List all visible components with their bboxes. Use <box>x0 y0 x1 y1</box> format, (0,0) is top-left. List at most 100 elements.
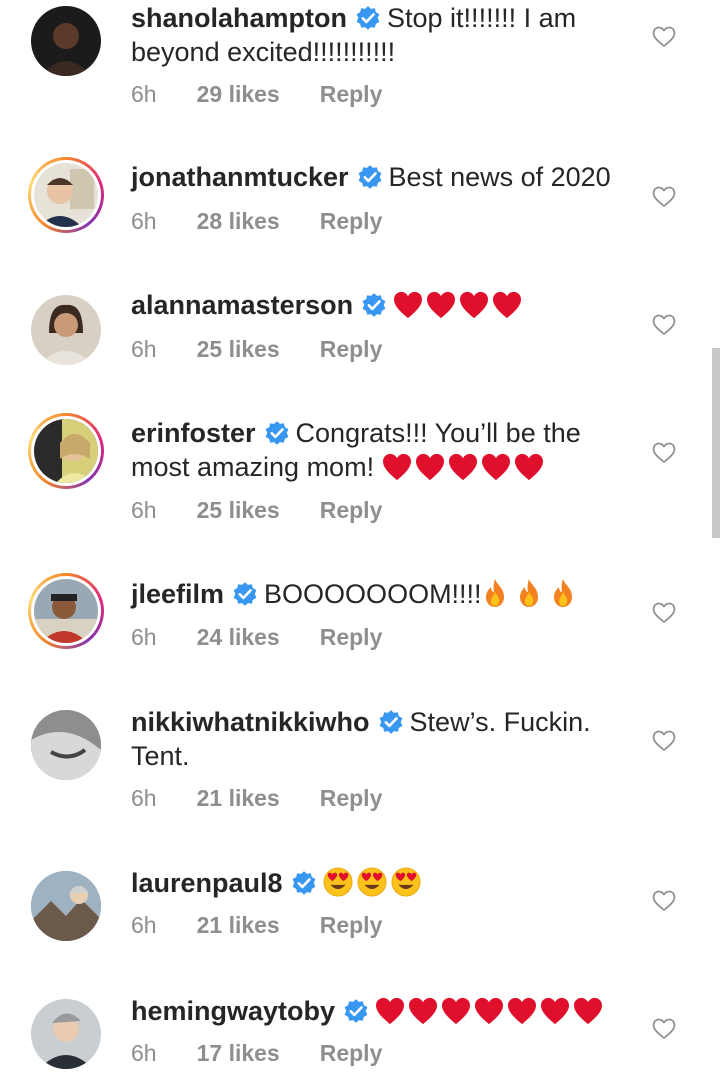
comment-likes[interactable]: 25 likes <box>197 336 280 362</box>
like-heart-icon[interactable] <box>652 314 676 336</box>
like-heart-icon[interactable] <box>652 730 676 752</box>
red-heart-emoji-icon <box>441 997 471 1025</box>
red-heart-emoji-icon <box>415 453 445 481</box>
comment-username[interactable]: shanolahampton <box>131 3 347 33</box>
heart-eyes-emoji-icon <box>357 867 387 897</box>
comment-text: Best news of 2020 <box>388 162 611 192</box>
reply-button[interactable]: Reply <box>320 1040 383 1066</box>
reply-button[interactable]: Reply <box>320 208 383 234</box>
red-heart-emoji-icon <box>481 453 511 481</box>
avatar[interactable] <box>28 573 104 649</box>
avatar[interactable] <box>28 292 104 368</box>
comment-meta: 6h 29 likes Reply <box>131 81 422 108</box>
reply-button[interactable]: Reply <box>320 336 383 362</box>
comment-username[interactable]: erinfoster <box>131 418 256 448</box>
comment-text: BOOOOOOOM!!!! <box>264 579 482 609</box>
verified-badge-icon <box>378 709 404 735</box>
avatar-image <box>31 6 101 76</box>
reply-button[interactable]: Reply <box>320 81 383 107</box>
comment-time: 6h <box>131 336 157 362</box>
heart-emoji-group <box>393 290 525 320</box>
reply-button[interactable]: Reply <box>320 624 383 650</box>
red-heart-emoji-icon <box>448 453 478 481</box>
comment-meta: 6h 25 likes Reply <box>131 497 422 524</box>
avatar[interactable] <box>28 157 104 233</box>
fire-emoji-icon <box>550 578 576 608</box>
red-heart-emoji-icon <box>426 291 456 319</box>
avatar[interactable] <box>28 3 104 79</box>
verified-badge-icon <box>291 870 317 896</box>
avatar[interactable] <box>28 413 104 489</box>
comment-time: 6h <box>131 1040 157 1066</box>
comment-body: jonathanmtucker Best news of 2020 <box>131 160 641 194</box>
comment-body: erinfoster Congrats!!! You’ll be the most… <box>131 416 641 484</box>
comment-meta: 6h 28 likes Reply <box>131 208 422 235</box>
red-heart-emoji-icon <box>375 997 405 1025</box>
comment-username[interactable]: nikkiwhatnikkiwho <box>131 707 370 737</box>
comment-time: 6h <box>131 912 157 938</box>
comment-username[interactable]: jleefilm <box>131 579 224 609</box>
avatar[interactable] <box>28 707 104 783</box>
red-heart-emoji-icon <box>514 453 544 481</box>
comment-time: 6h <box>131 497 157 523</box>
comment-username[interactable]: jonathanmtucker <box>131 162 349 192</box>
comment-time: 6h <box>131 208 157 234</box>
avatar-image <box>34 579 98 643</box>
comment-body: laurenpaul8 <box>131 866 641 900</box>
red-heart-emoji-icon <box>408 997 438 1025</box>
comment-time: 6h <box>131 785 157 811</box>
like-heart-icon[interactable] <box>652 890 676 912</box>
comment-likes[interactable]: 24 likes <box>197 624 280 650</box>
red-heart-emoji-icon <box>393 291 423 319</box>
comment-time: 6h <box>131 81 157 107</box>
comment-likes[interactable]: 21 likes <box>197 912 280 938</box>
like-heart-icon[interactable] <box>652 1018 676 1040</box>
red-heart-emoji-icon <box>507 997 537 1025</box>
like-heart-icon[interactable] <box>652 26 676 48</box>
heart-emoji-group <box>382 452 547 482</box>
avatar-image <box>31 295 101 365</box>
red-heart-emoji-icon <box>573 997 603 1025</box>
avatar[interactable] <box>28 996 104 1072</box>
comment-username[interactable]: hemingwaytoby <box>131 996 335 1026</box>
avatar[interactable] <box>28 868 104 944</box>
verified-badge-icon <box>357 164 383 190</box>
reply-button[interactable]: Reply <box>320 912 383 938</box>
like-heart-icon[interactable] <box>652 442 676 464</box>
like-heart-icon[interactable] <box>652 602 676 624</box>
scrollbar[interactable] <box>712 348 720 538</box>
comment-body: alannamasterson <box>131 288 641 322</box>
fire-emoji-icon <box>482 578 508 608</box>
avatar-image <box>34 163 98 227</box>
red-heart-emoji-icon <box>474 997 504 1025</box>
avatar-image <box>34 419 98 483</box>
verified-badge-icon <box>361 292 387 318</box>
comment-meta: 6h 21 likes Reply <box>131 785 422 812</box>
reply-button[interactable]: Reply <box>320 497 383 523</box>
reply-button[interactable]: Reply <box>320 785 383 811</box>
red-heart-emoji-icon <box>459 291 489 319</box>
comment-likes[interactable]: 29 likes <box>197 81 280 107</box>
red-heart-emoji-icon <box>492 291 522 319</box>
fire-emoji-icon <box>516 578 542 608</box>
comment-username[interactable]: alannamasterson <box>131 290 353 320</box>
verified-badge-icon <box>343 998 369 1024</box>
like-heart-icon[interactable] <box>652 186 676 208</box>
comment-username[interactable]: laurenpaul8 <box>131 868 283 898</box>
avatar-image <box>31 710 101 780</box>
avatar-image <box>31 871 101 941</box>
comment-body: jleefilm BOOOOOOOM!!!! <box>131 577 641 611</box>
comment-meta: 6h 21 likes Reply <box>131 912 422 939</box>
verified-badge-icon <box>232 581 258 607</box>
comment-likes[interactable]: 28 likes <box>197 208 280 234</box>
comment-meta: 6h 17 likes Reply <box>131 1040 422 1067</box>
comment-likes[interactable]: 21 likes <box>197 785 280 811</box>
verified-badge-icon <box>355 5 381 31</box>
red-heart-emoji-icon <box>382 453 412 481</box>
heart-eyes-emoji-icon <box>323 867 353 897</box>
comment-time: 6h <box>131 624 157 650</box>
heart-eyes-emoji-icon <box>391 867 421 897</box>
comment-likes[interactable]: 17 likes <box>197 1040 280 1066</box>
comment-likes[interactable]: 25 likes <box>197 497 280 523</box>
fire-emoji-group <box>482 579 584 609</box>
